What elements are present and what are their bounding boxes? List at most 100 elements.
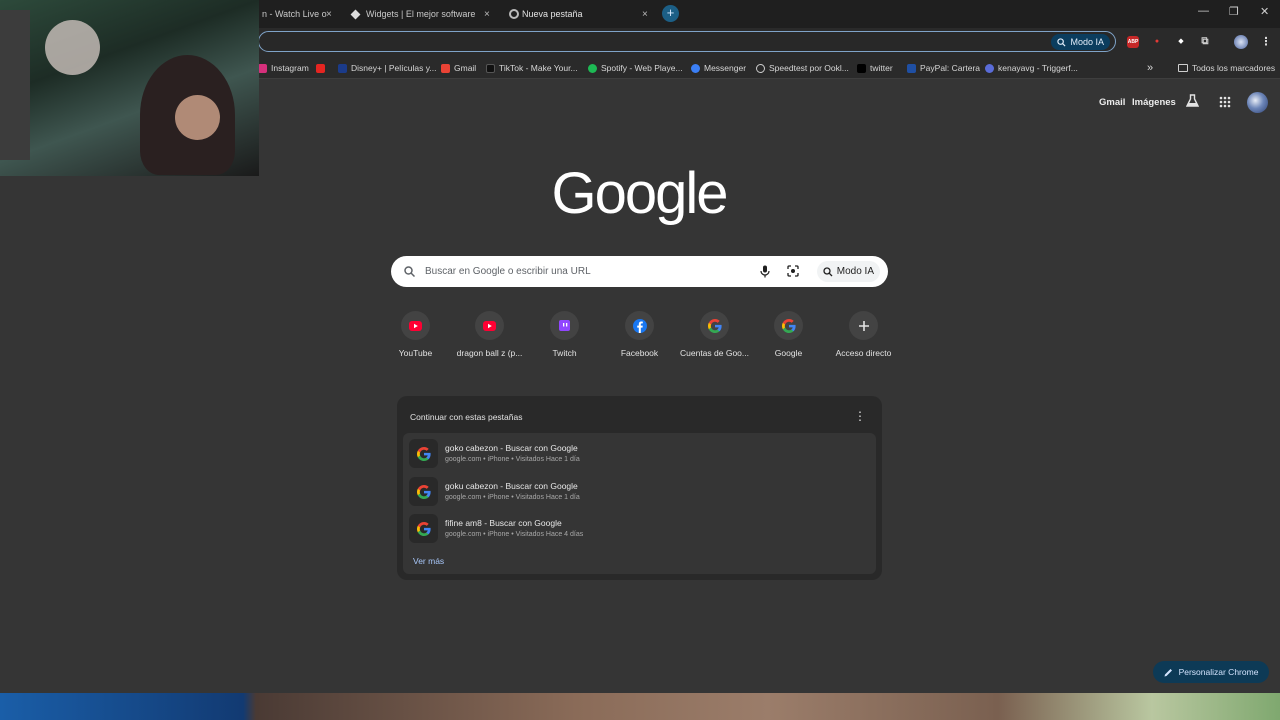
shortcut-facebook[interactable]: Facebook: [602, 311, 677, 358]
tab-nueva-pestana[interactable]: Nueva pestaña ×: [508, 4, 656, 24]
facebook-icon: [625, 311, 654, 340]
images-link[interactable]: Imágenes: [1132, 97, 1176, 108]
bookmark-spotify[interactable]: Spotify - Web Playe...: [588, 62, 683, 74]
bookmark-label: kenayavg - Triggerf...: [998, 63, 1078, 73]
modo-ia-label: Modo IA: [836, 266, 874, 277]
bookmark-messenger[interactable]: Messenger: [691, 62, 746, 74]
shortcut-label: Google: [774, 348, 803, 358]
tab-close-icon[interactable]: ×: [326, 9, 332, 20]
chrome-menu-icon[interactable]: ⋮: [1260, 36, 1272, 48]
profile-avatar-icon[interactable]: [1234, 35, 1248, 49]
bookmark-kenayavg[interactable]: kenayavg - Triggerf...: [985, 62, 1078, 74]
youtube-icon: [401, 311, 430, 340]
account-avatar[interactable]: [1247, 92, 1268, 113]
new-tab-button[interactable]: +: [662, 5, 679, 22]
microphone-icon[interactable]: [760, 265, 770, 278]
x-icon: [857, 63, 866, 73]
ai-search-icon: [823, 266, 833, 277]
google-icon: [774, 311, 803, 340]
bookmark-label: Disney+ | Películas y...: [351, 63, 437, 73]
tab-close-icon[interactable]: ×: [642, 9, 648, 20]
shortcut-add[interactable]: Acceso directo: [826, 311, 901, 358]
triggerfyre-icon: [985, 63, 994, 73]
tab-watch-live[interactable]: n - Watch Live o ×: [262, 4, 342, 24]
shortcut-dragon-ball[interactable]: dragon ball z (p...: [452, 311, 527, 358]
google-logo: Google: [551, 161, 728, 226]
google-icon: [409, 514, 438, 543]
search-input[interactable]: Buscar en Google o escribir una URL: [425, 266, 591, 277]
youtube-icon: [316, 63, 325, 73]
tab-close-icon[interactable]: ×: [484, 9, 490, 20]
gmail-icon: [441, 63, 450, 73]
item-title: goku cabezon - Buscar con Google: [445, 481, 578, 491]
folder-icon: [1178, 64, 1188, 72]
list-item[interactable]: goko cabezon - Buscar con Google google.…: [403, 435, 876, 471]
google-icon: [700, 311, 729, 340]
search-icon: [404, 266, 415, 277]
bookmarks-overflow-button[interactable]: »: [1147, 62, 1153, 74]
search-box[interactable]: Buscar en Google o escribir una URL Modo…: [391, 256, 888, 287]
chrome-favicon-icon: [509, 9, 519, 19]
continue-tabs-card: Continuar con estas pestañas ⋮ goko cabe…: [397, 396, 882, 580]
omnibox[interactable]: Modo IA: [258, 31, 1116, 52]
list-item[interactable]: fifine am8 - Buscar con Google google.co…: [403, 510, 876, 546]
bookmark-twitter[interactable]: twitter: [857, 62, 893, 74]
abp-icon[interactable]: ABP: [1127, 36, 1139, 48]
puzzle-icon[interactable]: ⧉: [1199, 36, 1211, 48]
plus-icon: [849, 311, 878, 340]
bookmark-label: twitter: [870, 63, 893, 73]
gmail-link[interactable]: Gmail: [1099, 97, 1125, 108]
tiktok-icon: [486, 63, 495, 73]
customize-label: Personalizar Chrome: [1178, 667, 1259, 677]
bookmark-instagram[interactable]: Instagram: [258, 62, 309, 74]
messenger-icon: [691, 63, 700, 73]
item-title: goko cabezon - Buscar con Google: [445, 443, 578, 453]
close-window-icon[interactable]: ✕: [1260, 5, 1269, 18]
item-subtitle: google.com • iPhone • Visitados Hace 4 d…: [445, 531, 584, 538]
bookmark-gmail[interactable]: Gmail: [441, 62, 476, 74]
desktop-wallpaper-strip: [0, 693, 1280, 720]
restore-icon[interactable]: ❐: [1229, 5, 1239, 18]
extension-diamond-icon[interactable]: ◆: [1175, 36, 1187, 48]
shortcut-google[interactable]: Google: [751, 311, 826, 358]
shortcut-youtube[interactable]: YouTube: [378, 311, 453, 358]
labs-flask-icon[interactable]: [1186, 94, 1199, 108]
extension-red-icon[interactable]: ●: [1151, 36, 1163, 48]
shortcut-label: Cuentas de Goo...: [680, 348, 749, 358]
item-subtitle: google.com • iPhone • Visitados Hace 1 d…: [445, 456, 580, 463]
shortcut-twitch[interactable]: Twitch: [527, 311, 602, 358]
webcam-shelf: [0, 10, 30, 160]
tab-widgets[interactable]: Widgets | El mejor software pa ×: [350, 4, 496, 24]
disney-icon: [338, 63, 347, 73]
list-item[interactable]: goku cabezon - Buscar con Google google.…: [403, 473, 876, 509]
bookmark-label: Spotify - Web Playe...: [601, 63, 683, 73]
card-menu-icon[interactable]: ⋮: [854, 409, 866, 423]
shortcut-label: dragon ball z (p...: [456, 348, 523, 358]
twitch-icon: [550, 311, 579, 340]
bookmark-youtube[interactable]: [316, 62, 325, 74]
omnibox-modo-ia-button[interactable]: Modo IA: [1051, 34, 1110, 50]
bookmark-label: PayPal: Cartera: [920, 63, 980, 73]
webcam-face: [175, 95, 220, 140]
google-lens-icon[interactable]: [787, 265, 799, 277]
customize-chrome-button[interactable]: Personalizar Chrome: [1153, 661, 1269, 683]
see-more-link[interactable]: Ver más: [413, 556, 444, 566]
shortcut-label: Twitch: [552, 348, 577, 358]
bookmark-disney[interactable]: Disney+ | Películas y...: [338, 62, 436, 74]
instagram-icon: [258, 63, 267, 73]
search-modo-ia-button[interactable]: Modo IA: [816, 261, 880, 282]
shortcut-cuentas-google[interactable]: Cuentas de Goo...: [677, 311, 752, 358]
bookmark-tiktok[interactable]: TikTok - Make Your...: [486, 62, 578, 74]
bookmark-paypal[interactable]: PayPal: Cartera: [907, 62, 980, 74]
bookmark-label: TikTok - Make Your...: [499, 63, 578, 73]
shortcut-label: YouTube: [398, 348, 433, 358]
all-bookmarks-button[interactable]: Todos los marcadores: [1178, 62, 1275, 74]
webcam-lamp: [45, 20, 100, 75]
bookmark-speedtest[interactable]: Speedtest por Ookl...: [756, 62, 849, 74]
google-icon: [409, 439, 438, 468]
minimize-icon[interactable]: —: [1198, 5, 1209, 17]
bookmark-label: Messenger: [704, 63, 747, 73]
ai-search-icon: [1057, 37, 1066, 47]
apps-grid-icon[interactable]: [1219, 96, 1231, 108]
shortcut-label: Acceso directo: [835, 348, 892, 358]
